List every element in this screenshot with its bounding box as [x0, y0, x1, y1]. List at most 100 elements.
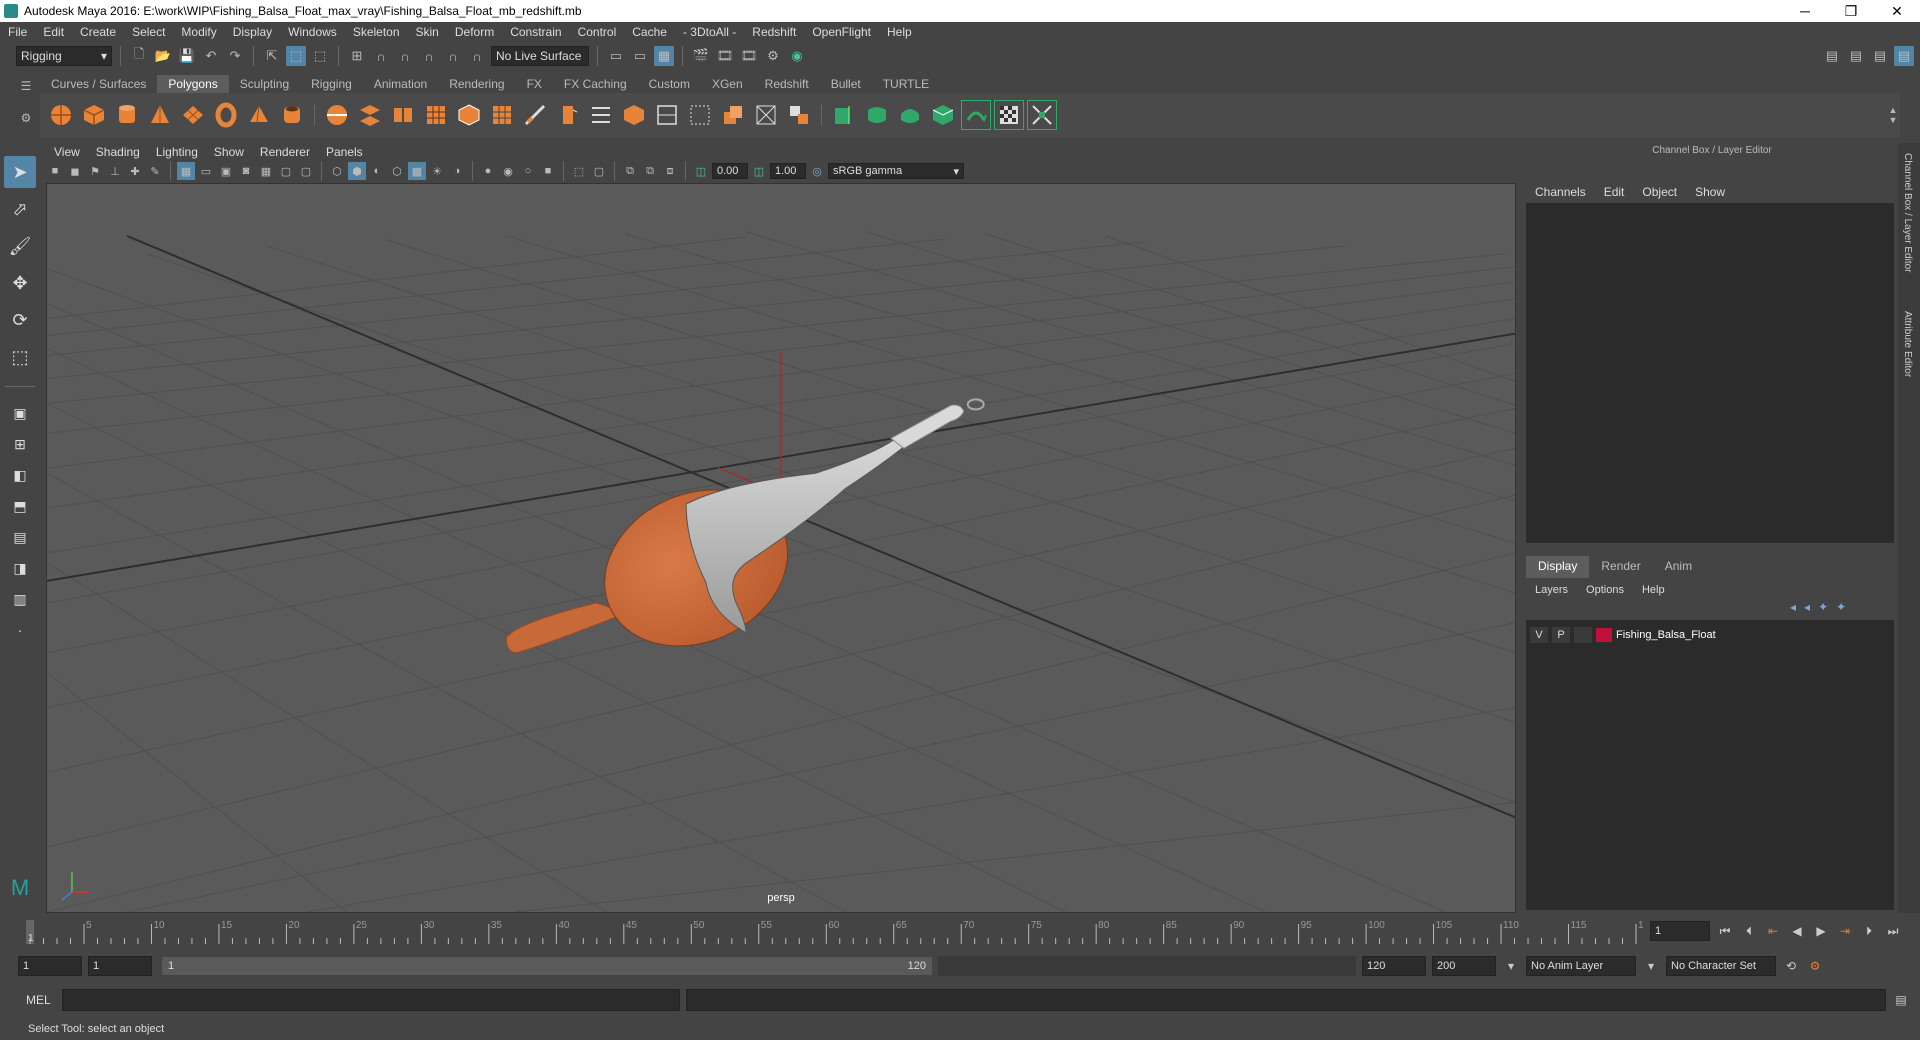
- ipr-render-icon[interactable]: 🎞: [739, 46, 759, 66]
- poly-pyramid-icon[interactable]: [244, 100, 274, 130]
- uv-spherical-icon[interactable]: [895, 100, 925, 130]
- viewport-menu-lighting[interactable]: Lighting: [148, 145, 206, 159]
- xray-active-components-icon[interactable]: ⧉: [641, 162, 659, 180]
- menu-redshift[interactable]: Redshift: [744, 25, 804, 39]
- layer-name[interactable]: Fishing_Balsa_Float: [1616, 629, 1716, 641]
- snap-curve-icon[interactable]: ∩: [371, 46, 391, 66]
- merge-icon[interactable]: [586, 100, 616, 130]
- time-slider-ruler[interactable]: 1 5 10 15 20 25 30 35 40 45 50 55 60 65 70 75 80 85 90 95 1…: [26, 916, 1644, 946]
- range-slider-track[interactable]: [938, 956, 1356, 976]
- mirror-icon[interactable]: [751, 100, 781, 130]
- step-forward-key-icon[interactable]: ⇥: [1836, 922, 1854, 940]
- auto-key-icon[interactable]: ⟲: [1782, 957, 1800, 975]
- uv-checker-icon[interactable]: [994, 100, 1024, 130]
- resolution-gate-icon[interactable]: ▣: [217, 162, 235, 180]
- paint-select-tool-icon[interactable]: 🖌: [4, 230, 36, 262]
- append-polygon-icon[interactable]: [619, 100, 649, 130]
- menu-openflight[interactable]: OpenFlight: [804, 25, 879, 39]
- current-frame-field[interactable]: 1: [1650, 921, 1710, 941]
- menu-create[interactable]: Create: [72, 25, 124, 39]
- select-by-hierarchy-icon[interactable]: ⇱: [262, 46, 282, 66]
- offset-edge-loop-icon[interactable]: [718, 100, 748, 130]
- grease-pencil-icon[interactable]: ✎: [146, 162, 164, 180]
- shelf-tab-rendering[interactable]: Rendering: [438, 75, 515, 93]
- close-button[interactable]: ✕: [1874, 3, 1920, 20]
- separate-icon[interactable]: [355, 100, 385, 130]
- move-layer-down-icon[interactable]: ◂: [1804, 600, 1810, 614]
- step-back-icon[interactable]: ⏴: [1740, 922, 1758, 940]
- menu-3dtoall[interactable]: - 3DtoAll -: [675, 25, 744, 39]
- play-backwards-icon[interactable]: ◀: [1788, 922, 1806, 940]
- chevron-down-icon[interactable]: ▾: [1502, 957, 1520, 975]
- go-to-start-icon[interactable]: ⏮: [1716, 922, 1734, 940]
- layer-visibility-toggle[interactable]: V: [1530, 627, 1548, 643]
- animation-preferences-icon[interactable]: ⚙: [1806, 957, 1824, 975]
- save-scene-icon[interactable]: 💾: [177, 46, 197, 66]
- menuset-dropdown[interactable]: Rigging ▾: [16, 46, 112, 66]
- bridge-icon[interactable]: [487, 100, 517, 130]
- safe-title-icon[interactable]: ▢: [297, 162, 315, 180]
- select-by-component-icon[interactable]: ⬚: [310, 46, 330, 66]
- hypershade-icon[interactable]: ◉: [787, 46, 807, 66]
- menu-skeleton[interactable]: Skeleton: [345, 25, 408, 39]
- undo-icon[interactable]: ↶: [201, 46, 221, 66]
- snap-grid-icon[interactable]: ⊞: [347, 46, 367, 66]
- extract-icon[interactable]: [388, 100, 418, 130]
- channel-box-area[interactable]: [1526, 203, 1894, 543]
- combine-icon[interactable]: [322, 100, 352, 130]
- shelf-scroll-icon[interactable]: ▲ ▼: [1886, 100, 1900, 130]
- side-tab-attribute-editor[interactable]: Attribute Editor: [1902, 311, 1913, 377]
- use-all-lights-icon[interactable]: ☀: [428, 162, 446, 180]
- poly-plane-icon[interactable]: [178, 100, 208, 130]
- chevron-down-icon[interactable]: ▾: [1642, 957, 1660, 975]
- lasso-tool-icon[interactable]: ⬀: [4, 193, 36, 225]
- animation-end-field[interactable]: 200: [1432, 956, 1496, 976]
- layer-row[interactable]: V P Fishing_Balsa_Float: [1530, 626, 1890, 644]
- poly-sphere-icon[interactable]: [46, 100, 76, 130]
- smooth-shade-icon[interactable]: ⬢: [348, 162, 366, 180]
- uv-layout-icon[interactable]: [961, 100, 991, 130]
- attribute-editor-toggle-icon[interactable]: ▤: [1846, 46, 1866, 66]
- poly-cone-icon[interactable]: [145, 100, 175, 130]
- xray-joints-icon[interactable]: ⧉: [621, 162, 639, 180]
- gate-mask-icon[interactable]: ◙: [237, 162, 255, 180]
- viewport-scene[interactable]: [47, 184, 1515, 912]
- script-editor-icon[interactable]: ▤: [1892, 991, 1910, 1009]
- shelf-tab-animation[interactable]: Animation: [363, 75, 438, 93]
- viewport-menu-view[interactable]: View: [46, 145, 88, 159]
- menu-skin[interactable]: Skin: [408, 25, 447, 39]
- viewport-menu-shading[interactable]: Shading: [88, 145, 148, 159]
- poly-cube-icon[interactable]: [79, 100, 109, 130]
- uv-automatic-icon[interactable]: [928, 100, 958, 130]
- camera-attributes-icon[interactable]: ◼: [66, 162, 84, 180]
- xray-icon[interactable]: ▢: [590, 162, 608, 180]
- menu-constrain[interactable]: Constrain: [502, 25, 569, 39]
- range-slider[interactable]: 1 120: [162, 957, 932, 975]
- wireframe-on-shaded-icon[interactable]: ⬡: [388, 162, 406, 180]
- channel-box-menu-channels[interactable]: Channels: [1526, 185, 1595, 199]
- create-empty-layer-icon[interactable]: ✦: [1818, 600, 1828, 614]
- poly-pipe-icon[interactable]: [277, 100, 307, 130]
- wireframe-icon[interactable]: ⬡: [328, 162, 346, 180]
- viewport-menu-show[interactable]: Show: [206, 145, 252, 159]
- persp-outliner-layout-icon[interactable]: ◧: [4, 462, 36, 488]
- shelf-tab-redshift[interactable]: Redshift: [754, 75, 820, 93]
- persp-viewport[interactable]: persp: [46, 183, 1516, 913]
- snap-projected-center-icon[interactable]: ∩: [419, 46, 439, 66]
- image-plane-icon[interactable]: ⊥: [106, 162, 124, 180]
- film-gate-icon[interactable]: ▭: [197, 162, 215, 180]
- uv-editor-layout-icon[interactable]: ◨: [4, 555, 36, 581]
- fill-hole-icon[interactable]: [652, 100, 682, 130]
- safe-action-icon[interactable]: ▢: [277, 162, 295, 180]
- maximize-button[interactable]: ❐: [1828, 3, 1874, 20]
- render-view-icon[interactable]: 🎬: [691, 46, 711, 66]
- two-d-pan-zoom-icon[interactable]: ✚: [126, 162, 144, 180]
- shelf-tab-turtle[interactable]: TURTLE: [872, 75, 940, 93]
- play-forwards-icon[interactable]: ▶: [1812, 922, 1830, 940]
- mel-input[interactable]: [62, 989, 680, 1011]
- poly-torus-icon[interactable]: [211, 100, 241, 130]
- insert-edge-loop-icon[interactable]: [685, 100, 715, 130]
- channel-box-menu-edit[interactable]: Edit: [1595, 185, 1634, 199]
- live-surface-field[interactable]: No Live Surface: [491, 46, 589, 66]
- uv-cut-sew-icon[interactable]: [1027, 100, 1057, 130]
